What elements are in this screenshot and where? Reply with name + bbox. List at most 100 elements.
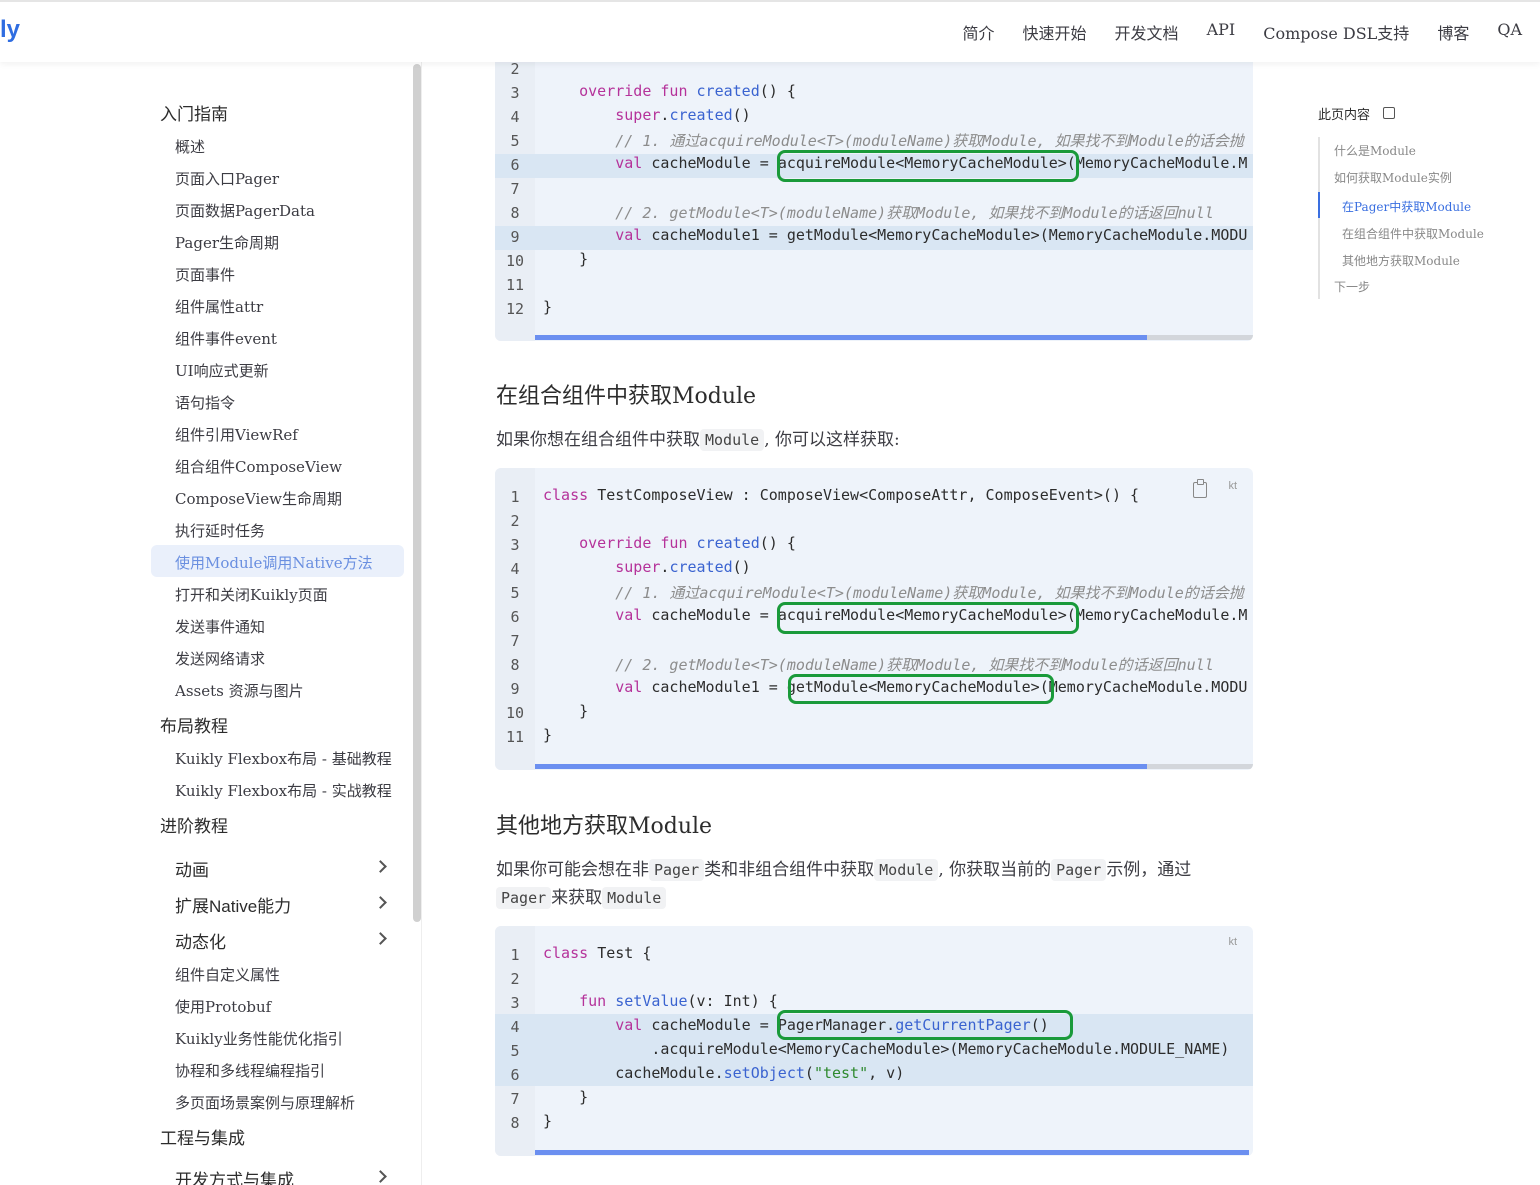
section-paragraph: 如果你想在组合组件中获取 Module, 你可以这样获取: bbox=[496, 429, 900, 451]
language-label: kt bbox=[1228, 480, 1237, 492]
nav-link-quickstart[interactable]: 快速开始 bbox=[1023, 20, 1087, 44]
sidebar-group-intro[interactable]: 入门指南 bbox=[160, 100, 228, 125]
code-line: class TestComposeView : ComposeView<Comp… bbox=[543, 486, 1140, 504]
line-number: 11 bbox=[505, 276, 525, 294]
sidebar-group-layout[interactable]: 布局教程 bbox=[160, 712, 228, 737]
line-number: 4 bbox=[510, 1018, 520, 1036]
code-block-other: kt 1 2 3 4 5 6 7 8 class Test { fun setV… bbox=[495, 926, 1253, 1156]
sidebar-item[interactable]: 组件引用ViewRef bbox=[175, 424, 298, 445]
outline-rail bbox=[1318, 137, 1320, 299]
line-number: 9 bbox=[510, 680, 520, 698]
section-paragraph: 如果你可能会想在非 Pager 类和非组合组件中获取 Module, 你获取当前的 Pa… bbox=[496, 859, 1192, 881]
code-line: super.created() bbox=[615, 558, 751, 576]
copy-icon[interactable] bbox=[1193, 479, 1207, 498]
line-number: 2 bbox=[510, 512, 520, 530]
horizontal-scrollbar-thumb[interactable] bbox=[535, 764, 1147, 769]
nav-link-api[interactable]: API bbox=[1207, 20, 1236, 44]
outline-title: 此页内容 bbox=[1318, 108, 1371, 123]
code-line: } bbox=[543, 1112, 553, 1130]
outline-item[interactable]: 下一步 bbox=[1334, 278, 1370, 295]
sidebar-item[interactable]: 语句指令 bbox=[175, 392, 235, 413]
top-navbar: ly 简介 快速开始 开发文档 API Compose DSL支持 博客 QA bbox=[0, 0, 1540, 62]
line-number: 2 bbox=[510, 60, 520, 78]
line-number: 1 bbox=[510, 946, 520, 964]
code-line: } bbox=[543, 298, 553, 316]
outline-item[interactable]: 什么是Module bbox=[1334, 142, 1416, 159]
line-number: 1 bbox=[510, 488, 520, 506]
line-number: 2 bbox=[510, 970, 520, 988]
nav-link-docs[interactable]: 开发文档 bbox=[1115, 20, 1179, 44]
line-number: 5 bbox=[510, 1042, 520, 1060]
line-number: 7 bbox=[510, 180, 520, 198]
code-line: override fun created() { bbox=[579, 82, 796, 100]
sidebar-group-advanced[interactable]: 进阶教程 bbox=[160, 812, 228, 837]
sidebar-item[interactable]: 页面入口Pager bbox=[175, 168, 279, 189]
sidebar-item[interactable]: 发送事件通知 bbox=[175, 616, 265, 637]
chevron-right-icon[interactable] bbox=[374, 1170, 387, 1183]
sidebar-item[interactable]: 组合组件ComposeView bbox=[175, 456, 342, 477]
sidebar-item[interactable]: Pager生命周期 bbox=[175, 232, 279, 253]
horizontal-scrollbar-thumb[interactable] bbox=[535, 335, 1147, 340]
chevron-right-icon[interactable] bbox=[374, 932, 387, 945]
code-line: } bbox=[579, 250, 589, 268]
line-number: 7 bbox=[510, 632, 520, 650]
sidebar-item[interactable]: 执行延时任务 bbox=[175, 520, 265, 541]
sidebar-item[interactable]: 页面数据PagerData bbox=[175, 200, 315, 221]
line-number: 4 bbox=[510, 108, 520, 126]
sidebar-expandable-integration[interactable]: 开发方式与集成 bbox=[175, 1166, 294, 1185]
line-number: 10 bbox=[505, 252, 525, 270]
sidebar-item[interactable]: Assets 资源与图片 bbox=[175, 680, 304, 701]
outline-item[interactable]: 如何获取Module实例 bbox=[1334, 169, 1452, 186]
sidebar-expandable-dynamic[interactable]: 动态化 bbox=[175, 928, 226, 953]
chevron-right-icon[interactable] bbox=[374, 860, 387, 873]
chevron-right-icon[interactable] bbox=[374, 896, 387, 909]
outline-item[interactable]: 在组合组件中获取Module bbox=[1342, 225, 1484, 242]
line-number: 8 bbox=[510, 656, 520, 674]
code-line: override fun created() { bbox=[579, 534, 796, 552]
annotation-box bbox=[777, 150, 1079, 182]
nav-link-qa[interactable]: QA bbox=[1497, 20, 1522, 44]
sidebar-item[interactable]: 多页面场景案例与原理解析 bbox=[175, 1092, 355, 1113]
sidebar-group-engineering[interactable]: 工程与集成 bbox=[160, 1124, 245, 1149]
outline-item-active[interactable]: 在Pager中获取Module bbox=[1342, 198, 1471, 215]
nav-links: 简介 快速开始 开发文档 API Compose DSL支持 博客 QA bbox=[963, 20, 1522, 44]
line-number: 6 bbox=[510, 1066, 520, 1084]
outline-item[interactable]: 其他地方获取Module bbox=[1342, 252, 1460, 269]
code-block-pager: 2 3 4 5 6 7 8 9 10 11 12 override fun cr… bbox=[495, 56, 1253, 341]
sidebar-item[interactable]: 发送网络请求 bbox=[175, 648, 265, 669]
sidebar-item-active[interactable]: 使用Module调用Native方法 bbox=[175, 552, 373, 573]
sidebar-expandable-native[interactable]: 扩展Native能力 bbox=[175, 892, 291, 917]
sidebar-item[interactable]: 页面事件 bbox=[175, 264, 235, 285]
sidebar: 入门指南 概述 页面入口Pager 页面数据PagerData Pager生命周… bbox=[0, 62, 422, 1185]
code-line: } bbox=[579, 1088, 589, 1106]
sidebar-item[interactable]: Kuikly Flexbox布局 - 实战教程 bbox=[175, 780, 392, 801]
sidebar-item[interactable]: Kuikly业务性能优化指引 bbox=[175, 1028, 343, 1049]
sidebar-expandable-animation[interactable]: 动画 bbox=[175, 856, 209, 881]
site-logo[interactable]: ly bbox=[0, 16, 20, 44]
sidebar-item[interactable]: ComposeView生命周期 bbox=[175, 488, 342, 509]
line-number: 12 bbox=[505, 300, 525, 318]
code-line: .acquireModule<MemoryCacheModule>(Memory… bbox=[651, 1040, 1230, 1058]
annotation-box bbox=[788, 674, 1054, 704]
code-block-compose: kt 1 2 3 4 5 6 7 8 9 10 11 class TestCom… bbox=[495, 468, 1253, 770]
sidebar-item[interactable]: 组件自定义属性 bbox=[175, 964, 280, 985]
sidebar-item[interactable]: 组件属性attr bbox=[175, 296, 263, 317]
sidebar-scrollbar[interactable] bbox=[413, 64, 421, 922]
sidebar-item[interactable]: 组件事件event bbox=[175, 328, 277, 349]
code-line: } bbox=[543, 726, 553, 744]
nav-link-compose-dsl[interactable]: Compose DSL支持 bbox=[1263, 20, 1409, 44]
sidebar-item[interactable]: UI响应式更新 bbox=[175, 360, 269, 381]
line-number: 8 bbox=[510, 204, 520, 222]
annotation-box bbox=[777, 602, 1079, 634]
print-icon[interactable] bbox=[1383, 107, 1395, 119]
sidebar-item[interactable]: Kuikly Flexbox布局 - 基础教程 bbox=[175, 748, 392, 769]
sidebar-item[interactable]: 打开和关闭Kuikly页面 bbox=[175, 584, 328, 605]
sidebar-item[interactable]: 使用Protobuf bbox=[175, 996, 271, 1017]
line-number: 6 bbox=[510, 608, 520, 626]
horizontal-scrollbar-thumb[interactable] bbox=[535, 1150, 1249, 1155]
nav-link-intro[interactable]: 简介 bbox=[963, 20, 995, 44]
sidebar-item[interactable]: 概述 bbox=[175, 136, 205, 157]
code-line: } bbox=[579, 702, 589, 720]
nav-link-blog[interactable]: 博客 bbox=[1437, 20, 1469, 44]
sidebar-item[interactable]: 协程和多线程编程指引 bbox=[175, 1060, 325, 1081]
